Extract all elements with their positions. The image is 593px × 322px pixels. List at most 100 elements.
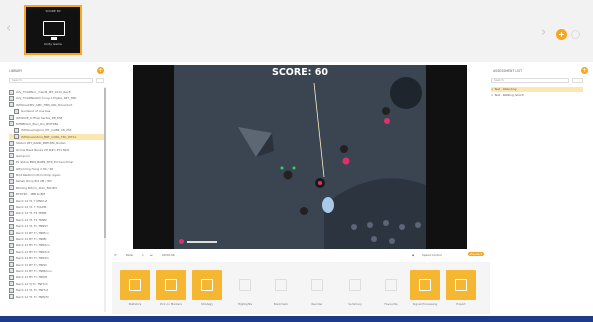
tool-label: Strategy: [201, 302, 213, 306]
game-score: SCORE: 60: [271, 67, 329, 78]
library-item-label: Rwck 12 BT Tn TNtMnh: [16, 249, 50, 254]
library-item-label: ISTNOVE_O ffrep Sertos_RB_ESE: [16, 115, 63, 120]
library-filter-button[interactable]: [96, 78, 104, 83]
assessment-item-label: Test - Walking (short): [494, 93, 524, 97]
tool-icon: [376, 270, 406, 300]
top-bar: ‹ SCORE 60 Unity Game ›: [0, 0, 593, 62]
library-item-label: Rwck 12 T1 Tn TNtTnt: [16, 288, 48, 293]
file-icon: [9, 121, 14, 127]
library-item-label: Rwck 12 BT Tn TNtMt: [16, 275, 48, 280]
tool-label: Export: [456, 302, 466, 306]
tool-pick-on-markers[interactable]: Pick on Markers: [156, 270, 186, 310]
playback-button[interactable]: Playback: [468, 252, 485, 256]
file-icon: [9, 185, 14, 191]
ghost-item: [322, 197, 334, 213]
sync-icon[interactable]: [571, 30, 580, 39]
tool-icon: [156, 270, 186, 300]
tool-strategy[interactable]: Strategy: [192, 270, 222, 310]
tool-icon: [446, 270, 476, 300]
tool-icon: [266, 270, 296, 300]
library-item-label: Rwck 12 T1 7 TOLPM: [16, 205, 47, 210]
monitor-icon: [43, 21, 65, 36]
file-icon: [9, 140, 14, 146]
tool-summary[interactable]: Summary: [340, 270, 370, 310]
library-tree: Ally_TOURNnc_mainN_Mif_1024_Rec8 Ally_TOU…: [9, 89, 105, 300]
file-icon: [9, 191, 14, 197]
tool-icon: [230, 270, 260, 300]
enemy-2-marker: [342, 157, 350, 165]
analysis-toolbar: Statistics Pick on Markers Strategy Highlig…: [112, 262, 490, 314]
library-add-button[interactable]: +: [97, 67, 104, 74]
library-item[interactable]: Rwck 12 T1 Tn TNtN7h: [9, 294, 105, 300]
library-scrollbar-thumb[interactable]: [104, 88, 106, 238]
file-icon: [9, 210, 14, 216]
file-icon: [9, 268, 14, 274]
file-icon: [9, 204, 14, 210]
library-item-label: Statud 1BT_RANK_BRTUMb_Rorte1: [16, 141, 66, 146]
speed-label[interactable]: Ratio: [126, 253, 133, 257]
library-search-input[interactable]: Search: [9, 78, 93, 83]
tool-signal-processing[interactable]: Signal Processing: [410, 270, 440, 310]
assessment-add-button[interactable]: +: [581, 67, 588, 74]
add-video-icon[interactable]: [556, 29, 567, 40]
assessment-filter-button[interactable]: [572, 78, 583, 83]
volume-icon[interactable]: ◆: [412, 253, 414, 257]
video-player[interactable]: SCORE: 60: [133, 65, 467, 249]
file-icon: [14, 134, 19, 140]
tool-icon: [192, 270, 222, 300]
thumbnail-hud: SCORE 60: [45, 9, 61, 13]
video-thumbnail[interactable]: SCORE 60 Unity Game: [24, 5, 82, 55]
file-icon: [9, 249, 14, 255]
file-icon: [14, 108, 19, 114]
file-icon: [9, 230, 14, 236]
time-readout: 00:00:06: [162, 253, 175, 257]
file-icon: [9, 178, 14, 184]
tool-highlights[interactable]: Highlights: [230, 270, 260, 310]
file-icon: [9, 287, 14, 293]
tool-bookmark[interactable]: Bookmark: [266, 270, 296, 310]
assessment-item[interactable]: ♙ Test - Attending: [491, 87, 583, 92]
assessment-item-label: Test - Attending: [494, 87, 517, 91]
library-item-label: Bmt Reldbmn Rtrm Rmjr Again: [16, 173, 61, 178]
enemy-1-marker: [384, 118, 390, 124]
assessment-search-input[interactable]: Search: [491, 78, 569, 83]
file-icon: [9, 281, 14, 287]
library-item-label: MTNBDLm_Elen_Rin_BlSTRBs: [16, 121, 59, 126]
library-item-label: BTDTRY - 1BB ts BM: [16, 192, 45, 197]
speed-control-label: Speed Control: [422, 253, 442, 257]
tool-reorder[interactable]: Reorder: [302, 270, 332, 310]
chevron-left-icon[interactable]: ‹: [6, 22, 11, 35]
file-icon: [14, 127, 19, 133]
library-item-label: EL Stdne ERN_BABN_NTR_Ed bwrnhmar: [16, 160, 74, 165]
file-icon: [9, 89, 14, 95]
game-frame: SCORE: 60: [174, 65, 426, 249]
prev-icon[interactable]: ⏮: [114, 253, 117, 257]
file-icon: [9, 236, 14, 242]
assessment-item[interactable]: ♙ Test - Walking (short): [491, 93, 583, 98]
tool-export[interactable]: Export: [446, 270, 476, 310]
thumbnail-label: Unity Game: [44, 42, 62, 46]
tool-favourite[interactable]: Favourite: [376, 270, 406, 310]
library-item-label: Rwck 12 T1 Tn TNNST: [16, 224, 48, 229]
chevron-right-icon[interactable]: ›: [541, 26, 546, 39]
library-item-label: ISTNoveCMV_AMC_TBN_URL_Nonaduct: [16, 102, 73, 107]
file-icon: [9, 102, 14, 108]
health-bar: [187, 241, 217, 243]
library-item-label: Rwck 12 BT Tn TNtSh: [16, 262, 48, 267]
health-heart-icon: [179, 239, 184, 244]
next-icon[interactable]: ⏭: [150, 253, 153, 257]
file-icon: [9, 95, 14, 101]
library-item-label: ISTNoveimgtool_M7_m2BP_V8_2ST: [21, 128, 72, 133]
tool-label: Favourite: [384, 302, 398, 306]
tool-label: Pick on Markers: [160, 302, 182, 306]
library-item-label: Guideout of one bas: [21, 109, 51, 114]
play-icon[interactable]: ▷: [142, 253, 144, 257]
os-taskbar: [0, 316, 593, 322]
library-item-label: Rwck 12 TJ Tn TNtTnh: [16, 281, 48, 286]
tool-label: Statistics: [128, 302, 142, 306]
file-icon: [9, 198, 14, 204]
file-icon: [9, 217, 14, 223]
library-item-label: Ally_TOURNnc_mainN_Mif_1024_Rec8: [16, 90, 71, 94]
file-icon: [9, 262, 14, 268]
tool-statistics[interactable]: Statistics: [120, 270, 150, 310]
